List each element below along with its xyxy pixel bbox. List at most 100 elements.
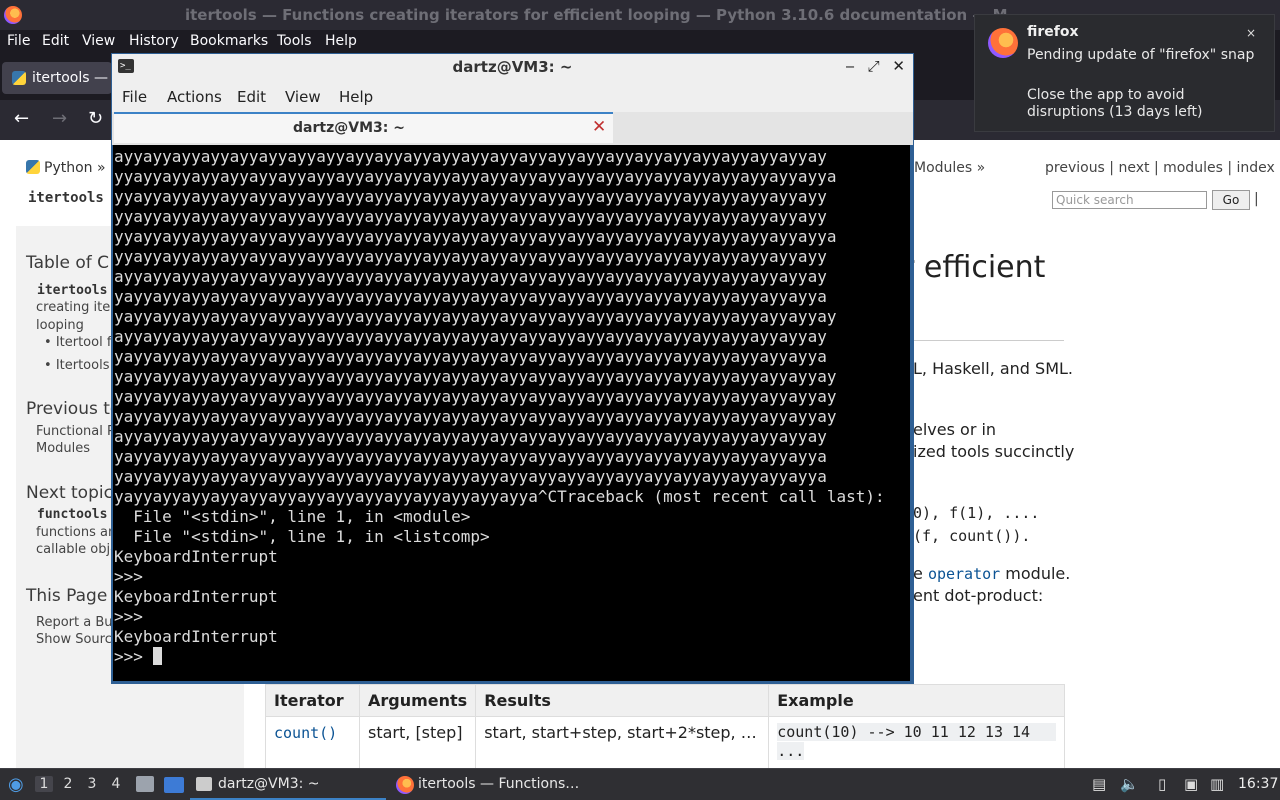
menu-history[interactable]: History: [129, 33, 179, 49]
body-text: L, Haskell, and SML.: [913, 359, 1074, 378]
count-link[interactable]: count(): [274, 724, 337, 742]
terminal-titlebar[interactable]: >_ dartz@VM3: ~ ‒ ⤢ ✕: [112, 54, 913, 82]
notes-icon[interactable]: ▯: [1158, 775, 1166, 793]
menu-edit[interactable]: Edit: [42, 33, 69, 49]
table-header-row: Iterator Arguments Results Example: [265, 684, 1065, 717]
next-topic-link[interactable]: functools: [37, 507, 107, 522]
update-notification[interactable]: firefox × Pending update of "firefox" sn…: [974, 14, 1275, 132]
terminal-tabbar: dartz@VM3: ~ ✕: [112, 112, 913, 145]
page-title: r efficient: [902, 250, 1046, 285]
toc-module-link[interactable]: itertools: [37, 283, 107, 298]
terminal-menu-edit[interactable]: Edit: [237, 88, 266, 106]
example-code: ...: [777, 742, 805, 760]
go-button[interactable]: Go: [1212, 190, 1250, 210]
minimize-icon[interactable]: ‒: [845, 57, 855, 75]
example-code: count(10) --> 10 11 12 13 14: [777, 723, 1056, 741]
related-nav-links[interactable]: previous | next | modules | index: [1045, 160, 1275, 176]
firefox-tab-label: itertools — F: [32, 70, 112, 86]
this-page-heading: This Page: [26, 586, 108, 606]
terminal-output: ayyayyayyayyayyayyayyayyayyayyayyayyayya…: [114, 147, 885, 666]
next-topic-heading: Next topic: [26, 483, 113, 503]
body-text-fragment: e: [913, 564, 923, 583]
menu-file[interactable]: File: [7, 33, 30, 49]
body-text: ent dot-product:: [913, 586, 1044, 605]
terminal-menu-actions[interactable]: Actions: [167, 88, 222, 106]
menu-tools[interactable]: Tools: [277, 33, 312, 49]
body-text: e operator module.: [913, 564, 1070, 583]
terminal-output-area[interactable]: ayyayyayyayyayyayyayyayyayyayyayyayyayya…: [113, 145, 910, 681]
terminal-menu-file[interactable]: File: [122, 88, 147, 106]
menu-view[interactable]: View: [82, 33, 115, 49]
inline-code: 0), f(1), ....: [913, 504, 1040, 522]
table-header: Example: [768, 684, 1065, 717]
body-text: elves or in: [913, 420, 997, 439]
forward-arrow-icon[interactable]: →: [52, 108, 67, 129]
table-cell: count(): [265, 716, 360, 769]
updates-icon[interactable]: ▣: [1184, 775, 1198, 793]
back-arrow-icon[interactable]: ←: [14, 108, 29, 129]
separator: |: [1254, 191, 1259, 207]
terminal-tab[interactable]: dartz@VM3: ~ ✕: [114, 112, 613, 143]
previous-topic-link[interactable]: Modules: [36, 441, 90, 456]
terminal-window-title: dartz@VM3: ~: [452, 58, 573, 76]
taskbar-item-firefox[interactable]: itertools — Functions…: [392, 770, 592, 800]
breadcrumb: Python »: [26, 160, 106, 176]
notification-close-icon[interactable]: ×: [1246, 26, 1256, 40]
body-text: ized tools succinctly: [913, 442, 1075, 461]
volume-icon[interactable]: 🔈: [1120, 775, 1139, 793]
menu-bookmarks[interactable]: Bookmarks: [190, 33, 268, 49]
previous-topic-heading: Previous to: [26, 399, 121, 419]
firefox-logo-icon: [4, 6, 22, 24]
toc-item-itertool-functions[interactable]: • Itertool fu: [44, 335, 120, 350]
table-row: count() start, [step] start, start+step,…: [265, 716, 1065, 769]
workspace-1[interactable]: 1: [35, 776, 53, 792]
show-source-link[interactable]: Show Source: [36, 632, 120, 647]
python-favicon-icon: [12, 71, 26, 85]
table-header: Results: [475, 684, 770, 717]
table-header: Iterator: [265, 684, 360, 717]
network-icon[interactable]: ▥: [1210, 775, 1224, 793]
reload-icon[interactable]: ↻: [88, 108, 103, 129]
clock[interactable]: 16:37: [1238, 776, 1278, 792]
taskbar-item-label: dartz@VM3: ~: [218, 776, 320, 792]
breadcrumb-modules[interactable]: Modules »: [914, 160, 985, 176]
quick-search-input[interactable]: Quick search: [1052, 191, 1207, 209]
next-topic-link[interactable]: callable obje: [36, 542, 118, 557]
tab-close-icon[interactable]: ✕: [592, 117, 606, 137]
python-logo-icon: [26, 160, 40, 174]
terminal-menu-help[interactable]: Help: [339, 88, 373, 106]
close-icon[interactable]: ✕: [892, 57, 905, 75]
notification-summary: Pending update of "firefox" snap: [1027, 47, 1255, 63]
notification-body: Close the app to avoid disruptions (13 d…: [1027, 87, 1203, 120]
terminal-menu-view[interactable]: View: [285, 88, 321, 106]
terminal-app-icon: [196, 777, 212, 791]
start-menu-icon[interactable]: ◉: [8, 775, 28, 795]
previous-topic-link[interactable]: Functional P: [36, 424, 115, 439]
terminal-cursor: [152, 647, 162, 665]
table-cell: start, [step]: [358, 716, 477, 769]
menu-help[interactable]: Help: [325, 33, 357, 49]
operator-module-link[interactable]: operator: [928, 565, 1000, 583]
terminal-text: ayyayyayyayyayyayyayyayyayyayyayyayyayya…: [114, 147, 885, 667]
table-cell: count(10) --> 10 11 12 13 14 ...: [768, 716, 1065, 769]
toc-heading: Table of C: [26, 253, 110, 273]
show-desktop-icon[interactable]: [164, 777, 184, 793]
breadcrumb-python[interactable]: Python »: [44, 160, 106, 176]
clipboard-icon[interactable]: ▤: [1092, 775, 1106, 793]
breadcrumb-module: itertools -: [28, 190, 121, 206]
maximize-icon[interactable]: ⤢: [868, 57, 880, 75]
body-text-fragment: module.: [1005, 564, 1071, 583]
workspace-2[interactable]: 2: [59, 776, 77, 792]
iterator-table: Iterator Arguments Results Example count…: [265, 684, 1065, 769]
workspace-4[interactable]: 4: [107, 776, 125, 792]
toc-line[interactable]: looping: [36, 318, 84, 333]
firefox-logo-icon: [396, 776, 414, 794]
taskbar-item-terminal[interactable]: dartz@VM3: ~: [190, 770, 386, 800]
firefox-tab-itertools[interactable]: itertools — F: [2, 62, 112, 94]
report-bug-link[interactable]: Report a Bug: [36, 615, 121, 630]
firefox-logo-icon: [988, 28, 1018, 58]
terminal-tab-label: dartz@VM3: ~: [293, 120, 405, 136]
file-manager-icon[interactable]: [136, 776, 154, 792]
firefox-window-title: itertools — Functions creating iterators…: [185, 6, 1008, 24]
workspace-3[interactable]: 3: [83, 776, 101, 792]
